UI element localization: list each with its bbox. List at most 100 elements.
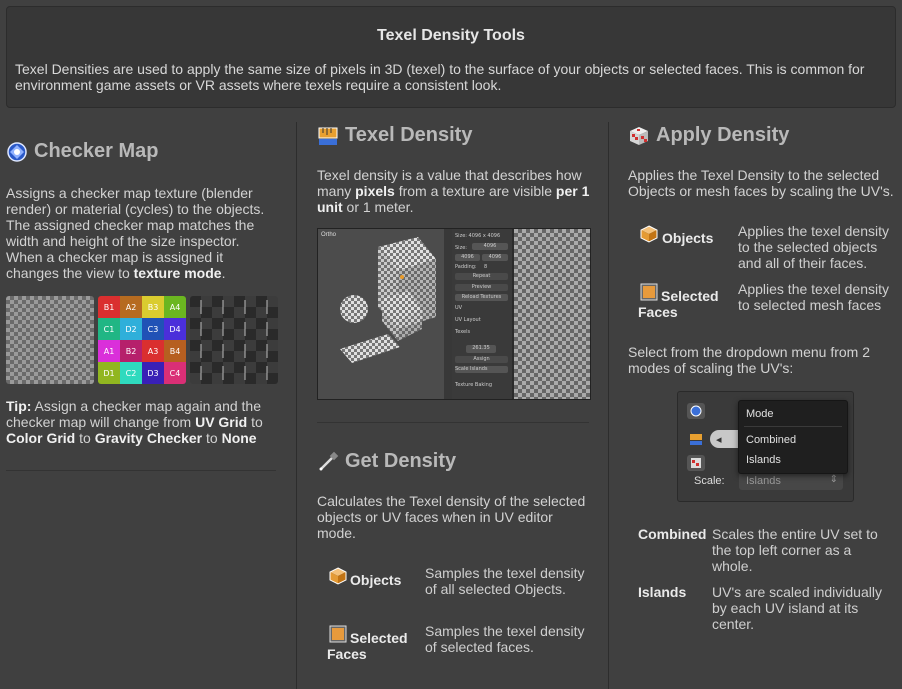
- texel-density-title: Texel Density: [345, 124, 473, 146]
- checker-map-description: Assigns a checker map texture (blender r…: [6, 185, 276, 281]
- texel-density-heading: Texel Density: [317, 124, 472, 147]
- tip-gravity-checker: Gravity Checker: [94, 430, 203, 446]
- mode-option-combined[interactable]: Combined: [746, 434, 796, 446]
- gravity-checker-thumbnail: [190, 296, 278, 384]
- ruler-icon: [317, 125, 339, 147]
- divider: [317, 422, 589, 423]
- page-title: Texel Density Tools: [377, 27, 525, 44]
- pixels-text: pixels: [355, 183, 395, 199]
- color-grid-cell: A4: [164, 296, 186, 318]
- texture-mode-text: texture mode: [133, 265, 222, 281]
- dropdown-intro: Select from the dropdown menu from 2 mod…: [628, 344, 871, 376]
- menu-separator: [744, 426, 842, 427]
- uv-label: UV: [455, 305, 463, 311]
- color-grid-cell: B3: [142, 296, 164, 318]
- get-objects-label: Objects: [350, 572, 402, 588]
- get-selected-faces-text: Selected Faces: [327, 630, 408, 662]
- globe-icon[interactable]: [687, 403, 705, 419]
- get-density-title: Get Density: [345, 450, 457, 472]
- gravity-arrows: [200, 300, 268, 380]
- apply-cube-icon[interactable]: [687, 455, 705, 471]
- color-grid-cell: A2: [120, 296, 142, 318]
- tip-color-grid: Color Grid: [6, 430, 76, 446]
- scale-select[interactable]: Islands ⇕: [739, 472, 843, 490]
- apply-selected-faces-label: Selected Faces: [638, 288, 726, 320]
- desc-text: from a texture are visible: [394, 183, 556, 199]
- uv-grid-thumbnail: [6, 296, 94, 384]
- mode-menu-header: Mode: [746, 408, 774, 420]
- scale-islands-dropdown[interactable]: Scale Islands: [455, 366, 508, 373]
- header-panel: Texel Density Tools Texel Densities are …: [6, 6, 896, 108]
- column-divider: [608, 122, 609, 689]
- cube-icon: [328, 566, 348, 586]
- padding-label: Padding:: [455, 264, 477, 270]
- apply-objects-description: Applies the texel density to the selecte…: [738, 223, 889, 271]
- tip-text: to: [202, 430, 222, 446]
- mode-option-islands[interactable]: Islands: [746, 454, 781, 466]
- reload-textures-button[interactable]: Reload Textures: [455, 294, 508, 301]
- texels-label: Texels: [455, 329, 471, 335]
- apply-selected-faces-description: Applies the texel density to selected me…: [738, 281, 889, 313]
- apply-cube-icon: [628, 125, 650, 147]
- color-grid-cell: B2: [120, 340, 142, 362]
- select-arrows-icon: ⇕: [829, 474, 838, 485]
- apply-density-heading: Apply Density: [628, 124, 789, 147]
- scale-label: Scale:: [694, 475, 725, 487]
- tip-prefix: Tip:: [6, 398, 32, 414]
- checker-map-icon: [6, 141, 28, 163]
- scale-select-value: Islands: [746, 475, 781, 487]
- header-description: Texel Densities are used to apply the sa…: [15, 61, 865, 93]
- desc-text: .: [221, 265, 226, 281]
- tool-panel: Size: 4096 x 4096 Size: 4096 4096 4096 P…: [452, 229, 512, 399]
- texel-density-description: Texel density is a value that describes …: [317, 167, 592, 215]
- assign-button[interactable]: Assign: [455, 356, 508, 363]
- tool-tabs: [444, 229, 452, 399]
- tip-text: to: [247, 414, 263, 430]
- checker-map-tip: Tip: Assign a checker map again and the …: [6, 398, 276, 446]
- width-field[interactable]: 4096: [455, 254, 480, 261]
- color-grid-cell: D2: [120, 318, 142, 340]
- uv-layout-label: UV Layout: [455, 317, 481, 323]
- size-label: Size: 4096 x 4096: [455, 233, 501, 239]
- color-grid-thumbnail: B1 A2 B3 A4 C1 D2 C3 D4 A1 B2 A3 B4 D1 C2 D3 C4: [98, 296, 186, 384]
- get-density-heading: Get Density: [317, 450, 456, 473]
- combined-description: Scales the entire UV set to the top left…: [712, 526, 878, 574]
- tip-none: None: [221, 430, 257, 446]
- eyedropper-icon: [317, 451, 339, 473]
- mode-dropdown-menu: Mode Combined Islands: [738, 400, 848, 474]
- checker-objects: [340, 237, 436, 363]
- repeat-button[interactable]: Repeat: [455, 273, 508, 280]
- color-grid-cell: D1: [98, 362, 120, 384]
- color-grid-cell: C1: [98, 318, 120, 340]
- preview-button[interactable]: Preview: [455, 284, 508, 291]
- size-field[interactable]: 4096: [472, 243, 508, 250]
- padding-value: 8: [484, 264, 488, 270]
- color-grid-cell: C2: [120, 362, 142, 384]
- uv-editor-checker: [514, 229, 590, 399]
- color-grid-cell: B4: [164, 340, 186, 362]
- get-selected-faces-description: Samples the texel density of selected fa…: [425, 623, 585, 655]
- viewport: Ortho: [318, 229, 444, 399]
- apply-density-title: Apply Density: [656, 124, 790, 146]
- checker-map-heading: Checker Map: [6, 140, 159, 163]
- apply-objects-label: Objects: [662, 230, 714, 246]
- combined-label: Combined: [638, 526, 707, 542]
- color-grid-cell: C3: [142, 318, 164, 340]
- tip-text: to: [75, 430, 95, 446]
- height-field[interactable]: 4096: [482, 254, 508, 261]
- get-density-description: Calculates the Texel density of the sele…: [317, 493, 586, 541]
- blender-screenshot: Ortho Size: 4096 x 4096 Size: 4096 4096 …: [317, 228, 591, 400]
- desc-text: or 1 meter.: [342, 199, 414, 215]
- color-grid-cell: D3: [142, 362, 164, 384]
- color-grid-cell: C4: [164, 362, 186, 384]
- color-grid-cell: B1: [98, 296, 120, 318]
- get-objects-description: Samples the texel density of all selecte…: [425, 565, 585, 597]
- texel-value-field[interactable]: 261.35: [466, 345, 496, 353]
- divider: [6, 470, 276, 471]
- color-grid-cell: D4: [164, 318, 186, 340]
- color-grid-cell: A3: [142, 340, 164, 362]
- islands-description: UV's are scaled individually by each UV …: [712, 584, 882, 632]
- color-grid-cell: A1: [98, 340, 120, 362]
- size-field-label: Size:: [455, 245, 467, 251]
- islands-label: Islands: [638, 584, 687, 600]
